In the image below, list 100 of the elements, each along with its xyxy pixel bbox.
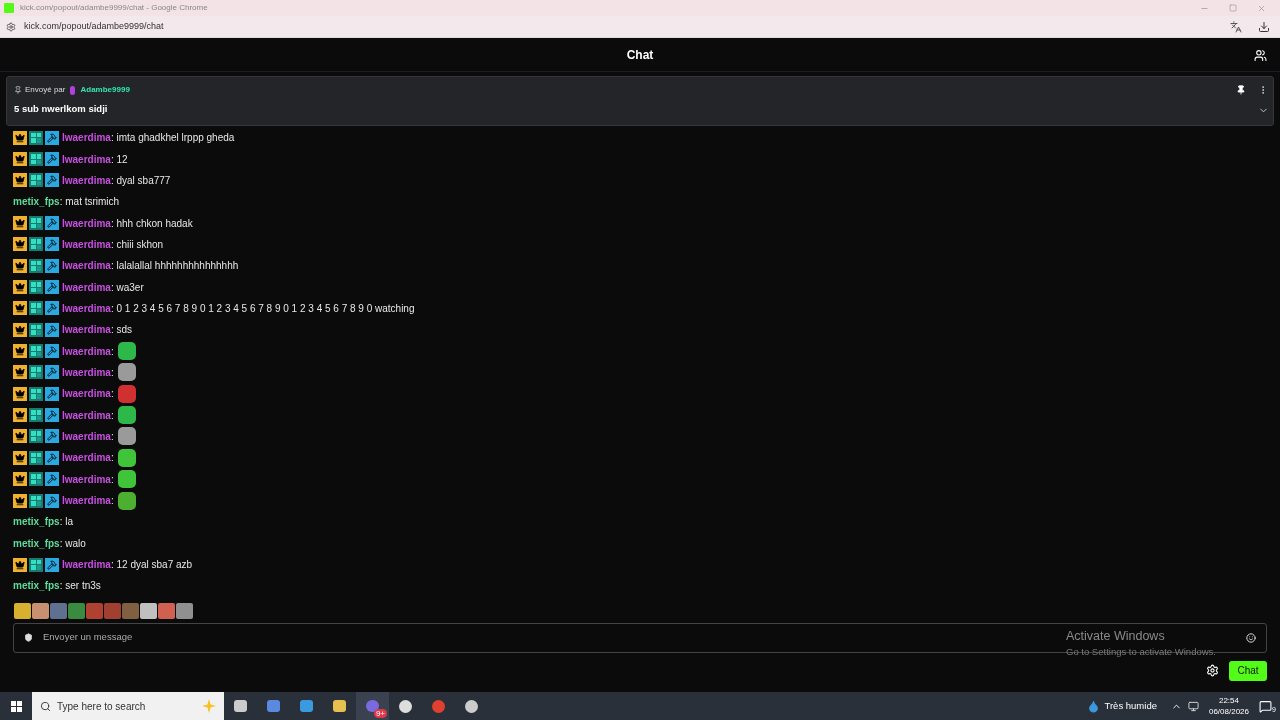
site-logo-icon — [4, 3, 14, 13]
hammer-badge-icon — [45, 344, 59, 359]
shield-icon[interactable] — [24, 633, 33, 643]
pinned-text: 5 sub nwerlkom sidji — [14, 102, 108, 116]
username[interactable]: lwaerdima — [62, 151, 111, 167]
crown-badge-icon — [13, 472, 27, 487]
message-text: : — [110, 430, 114, 444]
username[interactable]: lwaerdima — [62, 215, 111, 231]
message-text: : ser tn3s — [59, 579, 101, 594]
weather-text[interactable]: Très humide — [1104, 698, 1157, 714]
username[interactable]: lwaerdima — [62, 429, 111, 444]
emote-icon — [117, 406, 136, 425]
pinned-label: Envoyé par — [25, 84, 66, 96]
emote-icon[interactable] — [14, 602, 31, 619]
send-button[interactable]: Chat — [1229, 660, 1267, 681]
username[interactable]: lwaerdima — [62, 258, 111, 274]
message-text: : — [110, 494, 114, 508]
hammer-badge-icon — [45, 322, 59, 337]
activation-title: Activate Windows — [1066, 627, 1166, 645]
message-text: : imta ghadkhel lrppp gheda — [110, 131, 235, 146]
crown-badge-icon — [13, 408, 27, 423]
clock-time[interactable]: 22:54 — [1218, 695, 1239, 706]
message-text: : wa3er — [110, 280, 144, 295]
emote-icon[interactable] — [158, 602, 175, 619]
username[interactable]: metix_fps — [13, 194, 60, 210]
emote-icon — [117, 491, 136, 510]
username[interactable]: lwaerdima — [62, 322, 111, 338]
username[interactable]: lwaerdima — [62, 130, 111, 146]
settings-icon[interactable] — [1206, 664, 1219, 678]
username[interactable]: lwaerdima — [62, 493, 111, 508]
clock-date[interactable]: 06/08/2026 — [1208, 706, 1249, 717]
users-icon[interactable] — [1254, 49, 1267, 62]
pinned-author[interactable]: Adambe9999 — [80, 84, 130, 96]
crown-badge-icon — [13, 301, 27, 316]
emote-icon[interactable] — [140, 602, 157, 619]
message-text: : dyal sba777 — [110, 173, 171, 188]
message-text: : — [110, 451, 114, 466]
message-text: : — [110, 472, 114, 487]
emote-icon — [117, 448, 136, 467]
emoji-icon[interactable] — [1246, 632, 1256, 643]
username[interactable]: lwaerdima — [62, 300, 111, 316]
emote-icon[interactable] — [68, 602, 85, 619]
taskbar-search[interactable]: Type here to search — [32, 692, 224, 720]
crown-badge-icon — [13, 173, 27, 188]
message-text: : 12 — [110, 152, 128, 167]
message-text: : — [110, 408, 114, 423]
username[interactable]: lwaerdima — [62, 557, 111, 573]
download-icon[interactable] — [1258, 20, 1270, 33]
crown-badge-icon — [13, 152, 27, 166]
hammer-badge-icon — [45, 280, 59, 295]
emote-icon — [117, 427, 136, 446]
emote-icon — [117, 363, 136, 382]
message-text: : walo — [59, 536, 86, 551]
emote-icon[interactable] — [176, 602, 193, 619]
hammer-badge-icon — [45, 237, 59, 252]
chat-title: Chat — [626, 46, 654, 64]
translate-icon[interactable] — [1230, 20, 1242, 33]
hammer-badge-icon — [45, 365, 59, 380]
username[interactable]: metix_fps — [13, 578, 60, 594]
username[interactable]: lwaerdima — [62, 172, 111, 188]
crown-badge-icon — [13, 344, 27, 359]
username[interactable]: metix_fps — [13, 514, 60, 530]
hammer-badge-icon — [45, 386, 59, 401]
username[interactable]: lwaerdima — [62, 279, 111, 295]
hammer-badge-icon — [45, 429, 59, 444]
hammer-badge-icon — [45, 152, 59, 166]
message-text: : 0 1 2 3 4 5 6 7 8 9 0 1 2 3 4 5 6 7 8 9 0 1 2 3 4 5 6 7 8 9 0 watching — [110, 301, 415, 316]
window-title: kick.com/popout/adambe9999/chat - Google Chrome — [20, 2, 208, 14]
username[interactable]: lwaerdima — [62, 236, 111, 252]
hammer-badge-icon — [45, 216, 59, 231]
username[interactable]: lwaerdima — [62, 471, 111, 487]
crown-badge-icon — [13, 386, 27, 401]
crown-badge-icon — [13, 130, 27, 145]
search-placeholder: Type here to search — [57, 699, 146, 714]
app-badge: 9+ — [373, 709, 387, 718]
pin-icon — [14, 86, 22, 94]
username[interactable]: lwaerdima — [62, 386, 111, 402]
sparkle-icon — [202, 699, 216, 713]
username[interactable]: lwaerdima — [62, 364, 111, 380]
site-settings-icon[interactable] — [6, 21, 16, 32]
hammer-badge-icon — [45, 301, 59, 316]
username[interactable]: lwaerdima — [62, 407, 111, 423]
unpin-icon[interactable] — [1236, 85, 1246, 95]
taskbar-app-icon[interactable]: 9+ — [356, 692, 389, 720]
username[interactable]: lwaerdima — [62, 343, 111, 359]
message-text: : sds — [110, 323, 133, 338]
crown-badge-icon — [13, 216, 27, 231]
address-bar[interactable]: kick.com/popout/adambe9999/chat — [24, 19, 164, 34]
emote-icon[interactable] — [32, 602, 49, 619]
message-text: : chiii skhon — [110, 237, 164, 252]
username[interactable]: metix_fps — [13, 535, 60, 551]
emote-icon — [117, 342, 136, 361]
crown-badge-icon — [13, 322, 27, 337]
message-text: : — [110, 365, 114, 380]
crown-badge-icon — [13, 365, 27, 380]
message-text: : 12 dyal sba7 azb — [110, 558, 193, 573]
username[interactable]: lwaerdima — [62, 450, 111, 466]
crown-badge-icon — [13, 429, 27, 444]
notification-icon[interactable] — [1259, 699, 1272, 713]
message-text: : — [110, 387, 114, 402]
